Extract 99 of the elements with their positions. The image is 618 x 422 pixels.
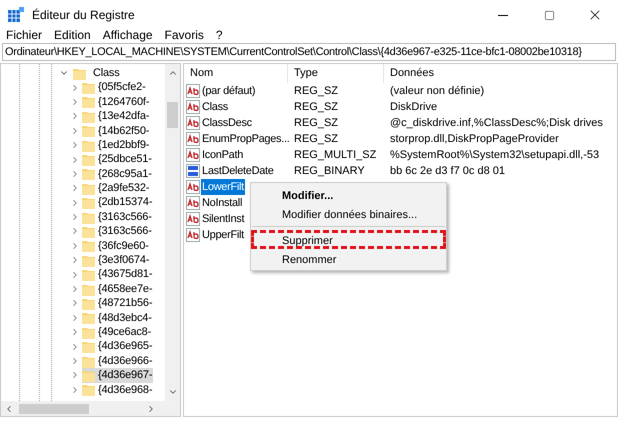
tree-item[interactable]: {2a9fe532- (82, 181, 150, 196)
scrollbar-thumb[interactable] (167, 102, 178, 128)
tree-item[interactable]: Class (93, 64, 120, 82)
folder-icon (73, 66, 86, 80)
folder-icon (82, 210, 95, 224)
value-name[interactable]: NoInstall (201, 194, 244, 212)
tree-item[interactable]: {14b62f50- (82, 124, 150, 138)
vertical-scrollbar[interactable] (165, 64, 180, 401)
string-value-icon (186, 132, 200, 146)
table-cell-text: REG_SZ (293, 132, 340, 147)
menu-item[interactable]: Favoris (162, 29, 207, 41)
tree-item[interactable]: {268c95a1- (82, 166, 153, 182)
scrollbar-thumb[interactable] (19, 404, 89, 414)
table-cell-text: bb 6c 2e d3 f7 0c d8 01 (389, 164, 505, 179)
folder-icon (82, 354, 95, 368)
value-name[interactable]: SilentInst (201, 210, 246, 228)
column-header[interactable]: Type (288, 64, 384, 83)
string-value-icon (186, 212, 200, 226)
context-menu-item[interactable]: Renommer (251, 249, 446, 268)
tree-item[interactable]: {4d36e967- (82, 368, 154, 383)
table-cell-text: DiskDrive (389, 100, 438, 115)
folder-icon (82, 110, 95, 123)
folder-icon (82, 124, 95, 138)
folder-icon (82, 296, 95, 310)
tree-item[interactable]: {48721b56- (82, 296, 154, 311)
value-name[interactable]: LastDeleteDate (201, 162, 275, 180)
string-value-icon (186, 116, 200, 130)
folder-icon (82, 368, 95, 382)
tree-item[interactable]: {1264760f- (82, 94, 150, 110)
value-name[interactable]: UpperFilt (201, 226, 245, 244)
tree-item[interactable]: {4658ee7e- (82, 282, 154, 296)
string-value-icon (186, 180, 200, 194)
folder-icon (82, 383, 95, 396)
tree-item[interactable]: {36fc9e60- (82, 238, 150, 254)
table-cell-text: REG_SZ (293, 100, 340, 115)
folder-icon (82, 268, 95, 282)
table-cell-text: (valeur non définie) (389, 84, 484, 99)
string-value-icon (186, 100, 200, 114)
value-name[interactable]: IconPath (201, 146, 244, 164)
folder-icon (82, 239, 95, 252)
tree-item[interactable]: {3163c566- (82, 224, 153, 239)
column-header[interactable]: Données (384, 64, 617, 83)
value-name[interactable]: EnumPropPages... (201, 130, 291, 148)
tree-item[interactable]: {25dbce51- (82, 152, 153, 167)
tree-item[interactable]: {43675d81- (82, 267, 154, 282)
tree-item[interactable]: {13e42dfa- (82, 109, 150, 124)
address-bar[interactable]: Ordinateur\HKEY_LOCAL_MACHINE\SYSTEM\CurrentControlSet\Control\Class\{4d36e967-e325-11ce-bfc1-08002be10318} (2, 43, 616, 61)
maximize-icon (544, 10, 554, 20)
context-menu-item[interactable]: Modifier... (251, 185, 446, 204)
folder-icon (82, 182, 95, 195)
binary-value-icon (186, 164, 200, 178)
table-cell-text: REG_MULTI_SZ (293, 148, 378, 163)
table-cell-text: REG_SZ (293, 116, 340, 131)
folder-icon (82, 196, 95, 210)
table-cell-text: %SystemRoot%\System32\setupapi.dll,-53 (389, 148, 600, 163)
folder-icon (82, 311, 95, 324)
horizontal-scrollbar[interactable] (1, 401, 180, 416)
tree-item[interactable]: {2db15374- (82, 196, 154, 210)
tree-item[interactable]: {48d3ebc4- (82, 310, 153, 326)
value-name[interactable]: LowerFilt (201, 178, 245, 196)
folder-icon (82, 254, 95, 267)
string-value-icon (186, 148, 200, 162)
folder-icon (82, 138, 95, 152)
tree-item[interactable]: {1ed2bbf9- (82, 138, 150, 152)
tree-item[interactable]: {4d36e965- (82, 339, 154, 354)
tree-item[interactable]: {05f5cfe2- (82, 80, 147, 95)
value-name[interactable]: Class (201, 98, 230, 116)
tree-item[interactable]: {3e3f0674- (82, 253, 150, 268)
menu-item[interactable]: ? (212, 29, 226, 41)
table-cell-text: storprop.dll,DiskPropPageProvider (389, 132, 559, 147)
string-value-icon (186, 84, 200, 98)
folder-icon (82, 326, 95, 339)
window-title: Éditeur du Registre (32, 7, 135, 24)
value-name[interactable]: ClassDesc (201, 114, 253, 132)
string-value-icon (186, 196, 200, 210)
string-value-icon (186, 228, 200, 242)
tree-item[interactable]: {4d36e968- (82, 382, 154, 397)
menu-item[interactable]: Edition (51, 29, 94, 41)
table-cell-text: @c_diskdrive.inf,%ClassDesc%;Disk drives (389, 116, 603, 131)
tree-item[interactable]: {3163c566- (82, 210, 153, 224)
context-menu-item[interactable]: Modifier données binaires... (251, 204, 446, 223)
folder-icon (82, 167, 95, 180)
minimize-icon (498, 14, 508, 16)
registry-app-icon (8, 7, 24, 23)
table-cell-text: REG_SZ (293, 84, 340, 99)
column-header[interactable]: Nom (184, 64, 288, 83)
folder-icon (82, 224, 95, 238)
tree-item[interactable]: {49ce6ac8- (82, 325, 152, 340)
folder-icon (82, 81, 95, 94)
context-menu-item[interactable]: Supprimer (251, 230, 446, 249)
folder-icon (82, 153, 95, 166)
folder-icon (82, 95, 95, 108)
table-cell-text: REG_BINARY (293, 164, 366, 179)
tree-item[interactable]: {4d36e966- (82, 354, 154, 368)
folder-icon (82, 282, 95, 296)
menu-item[interactable]: Fichier (3, 29, 46, 41)
menu-item[interactable]: Affichage (100, 29, 156, 41)
folder-icon (82, 340, 95, 354)
value-name[interactable]: (par défaut) (201, 82, 256, 100)
